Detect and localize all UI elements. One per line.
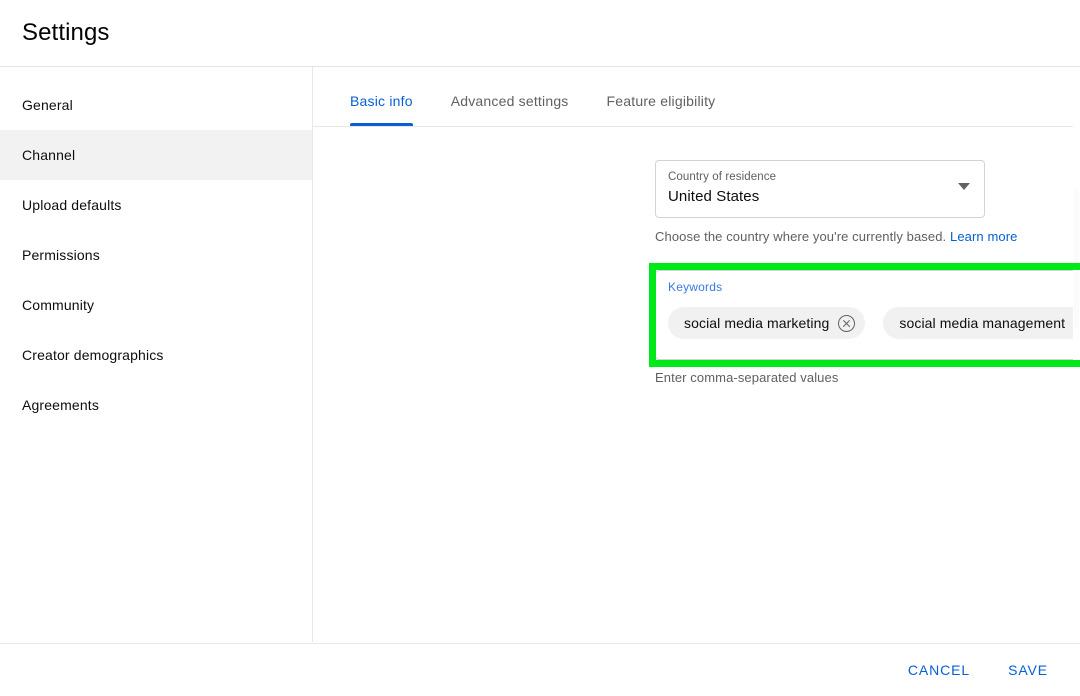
tab-advanced-settings[interactable]: Advanced settings	[432, 93, 588, 126]
sidebar-item-agreements[interactable]: Agreements	[0, 380, 312, 430]
form-inner: Country of residence United States Choos…	[313, 160, 1080, 385]
keyword-chip[interactable]: social media marketing	[668, 307, 865, 339]
country-help-label: Choose the country where you're currentl…	[655, 229, 946, 244]
main-panel: Basic info Advanced settings Feature eli…	[313, 67, 1080, 642]
keyword-chip-list: social media marketing social media mana…	[668, 307, 1080, 339]
keywords-section: Keywords social media marketing social m…	[655, 270, 1080, 385]
chevron-down-icon[interactable]	[958, 183, 970, 190]
keywords-input-field[interactable]: Keywords social media marketing social m…	[655, 270, 1080, 360]
sidebar-item-label: Permissions	[22, 247, 100, 263]
sidebar-item-community[interactable]: Community	[0, 280, 312, 330]
tab-basic-info[interactable]: Basic info	[331, 93, 432, 126]
page-title: Settings	[22, 19, 110, 47]
country-field-value: United States	[668, 185, 972, 209]
settings-form: Country of residence United States Choos…	[313, 127, 1080, 385]
country-of-residence-select[interactable]: Country of residence United States	[655, 160, 985, 218]
keywords-hint: Enter comma-separated values	[655, 370, 838, 385]
tab-feature-eligibility[interactable]: Feature eligibility	[588, 93, 735, 126]
action-bar: CANCEL SAVE	[0, 643, 1080, 696]
sidebar-item-permissions[interactable]: Permissions	[0, 230, 312, 280]
sidebar-item-label: General	[22, 97, 73, 113]
sidebar-item-label: Creator demographics	[22, 347, 164, 363]
sidebar-item-creator-demographics[interactable]: Creator demographics	[0, 330, 312, 380]
sidebar-item-label: Upload defaults	[22, 197, 122, 213]
keywords-field-label: Keywords	[668, 280, 1080, 294]
sidebar-item-general[interactable]: General	[0, 80, 312, 130]
cancel-button[interactable]: CANCEL	[898, 654, 980, 686]
learn-more-link[interactable]: Learn more	[950, 229, 1017, 244]
save-button[interactable]: SAVE	[998, 654, 1058, 686]
tab-label: Feature eligibility	[607, 93, 716, 109]
settings-sidebar: General Channel Upload defaults Permissi…	[0, 67, 313, 642]
sidebar-item-channel[interactable]: Channel	[0, 130, 312, 180]
close-circle-icon[interactable]	[838, 315, 855, 332]
keyword-chip-label: social media management	[899, 315, 1065, 331]
sidebar-item-upload-defaults[interactable]: Upload defaults	[0, 180, 312, 230]
sidebar-item-label: Agreements	[22, 397, 99, 413]
country-field-label: Country of residence	[668, 170, 972, 184]
keyword-chip[interactable]: social media management	[883, 307, 1080, 339]
keyword-chip-label: social media marketing	[684, 315, 829, 331]
tab-label: Basic info	[350, 93, 413, 109]
sidebar-item-label: Community	[22, 297, 94, 313]
app-header: Settings	[0, 0, 1080, 67]
keywords-footer: Enter comma-separated values 50/500	[655, 370, 1080, 385]
vertical-scrollbar-track[interactable]	[1073, 68, 1080, 642]
vertical-scrollbar-thumb[interactable]	[1074, 188, 1079, 328]
content-area: General Channel Upload defaults Permissi…	[0, 67, 1080, 642]
country-help-text: Choose the country where you're currentl…	[655, 229, 1080, 244]
sidebar-item-label: Channel	[22, 147, 75, 163]
tab-bar: Basic info Advanced settings Feature eli…	[313, 67, 1080, 127]
tab-label: Advanced settings	[451, 93, 569, 109]
